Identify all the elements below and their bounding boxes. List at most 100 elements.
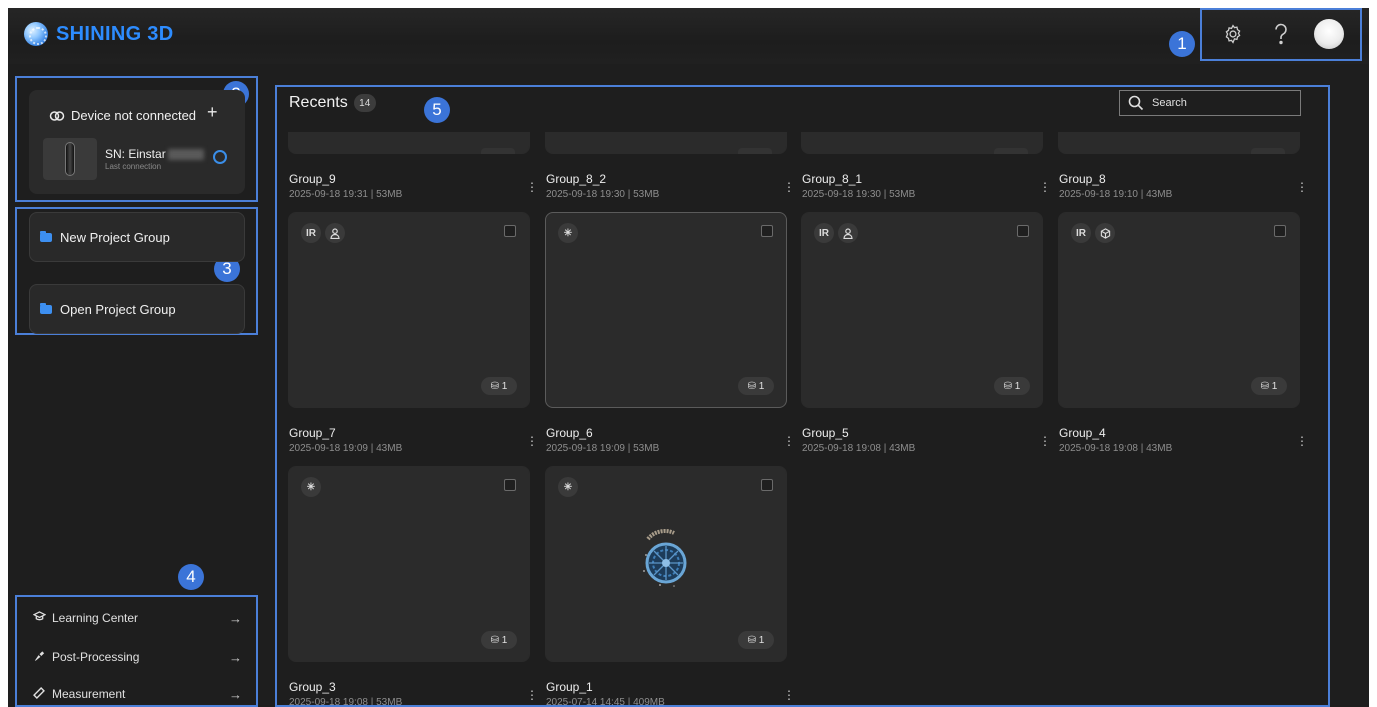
search-input[interactable] [1152, 97, 1292, 109]
menu-post-processing[interactable]: Post-Processing → [32, 645, 242, 669]
project-meta: 2025-09-18 19:08 | 53MB [289, 697, 403, 705]
new-folder-icon [40, 230, 52, 242]
project-meta: 2025-09-18 19:10 | 43MB [1059, 189, 1173, 200]
more-options-icon[interactable]: ⋮ [526, 180, 538, 194]
project-name[interactable]: Group_8_1 [802, 172, 862, 186]
more-options-icon[interactable]: ⋮ [1296, 434, 1308, 448]
new-project-group-button[interactable]: New Project Group [29, 212, 245, 262]
project-meta: 2025-09-18 19:30 | 53MB [802, 189, 916, 200]
recents-count-badge: 14 [353, 94, 376, 112]
top-bar: SHINING 3D [8, 8, 1369, 64]
scan-count-badge: ⛁ 1 [738, 377, 774, 395]
project-card-group-8-1[interactable] [801, 132, 1043, 154]
more-options-icon[interactable]: ⋮ [526, 434, 538, 448]
new-project-group-label: New Project Group [60, 229, 170, 245]
last-connection-label: Last connection [105, 162, 162, 171]
count-pill-stub [738, 148, 772, 154]
scan-count-badge: ⛁ 1 [481, 377, 517, 395]
more-options-icon[interactable]: ⋮ [783, 434, 795, 448]
count-pill-stub [1251, 148, 1285, 154]
device-status: Device not connected [49, 108, 196, 123]
menu-measurement[interactable]: Measurement → [32, 682, 242, 706]
avatar[interactable] [1314, 19, 1344, 49]
tag-row: ✳ [558, 477, 582, 497]
select-checkbox[interactable] [504, 225, 516, 237]
project-card-group-3[interactable]: ✳ ⛁ 1 [288, 466, 530, 662]
add-device-button[interactable]: + [207, 102, 218, 123]
select-checkbox[interactable] [504, 479, 516, 491]
device-thumbnail [43, 138, 97, 180]
open-folder-icon [40, 302, 52, 314]
scan-count: 1 [1271, 380, 1278, 392]
project-name[interactable]: Group_9 [289, 172, 336, 186]
count-pill-stub [994, 148, 1028, 154]
arrow-right-icon: → [229, 610, 242, 626]
select-checkbox[interactable] [761, 225, 773, 237]
scan-count: 1 [1014, 380, 1021, 392]
more-options-icon[interactable]: ⋮ [1039, 434, 1051, 448]
link-icon [49, 110, 65, 121]
gear-icon[interactable] [1218, 19, 1248, 49]
app-window: SHINING 3D 1 2 3 4 5 [8, 8, 1369, 707]
project-meta: 2025-09-18 19:31 | 53MB [289, 189, 403, 200]
tag-row: IR [814, 223, 862, 243]
project-meta: 2025-09-18 19:08 | 43MB [1059, 443, 1173, 454]
reconnect-icon[interactable] [213, 150, 227, 164]
help-icon[interactable] [1266, 19, 1296, 49]
more-options-icon[interactable]: ⋮ [1296, 180, 1308, 194]
menu-learning-center[interactable]: Learning Center → [32, 606, 242, 630]
serial-redaction [167, 149, 204, 161]
annotation-badge-4: 4 [178, 564, 204, 590]
scan-count-badge: ⛁ 1 [1251, 377, 1287, 395]
post-processing-label: Post-Processing [52, 650, 140, 664]
ir-tag: IR [301, 223, 321, 243]
annotation-badge-5: 5 [424, 97, 450, 123]
project-card-group-1[interactable]: ✳ ⛁ 1 [545, 466, 787, 662]
wheel-scan-thumbnail [643, 529, 687, 587]
project-name[interactable]: Group_4 [1059, 426, 1106, 440]
project-name[interactable]: Group_8_2 [546, 172, 606, 186]
open-project-group-label: Open Project Group [60, 301, 176, 317]
project-meta: 2025-09-18 19:09 | 43MB [289, 443, 403, 454]
person-icon [325, 223, 345, 243]
project-card-group-8-2[interactable] [545, 132, 787, 154]
device-card: Device not connected + SN: Einstar Last … [29, 90, 245, 194]
select-checkbox[interactable] [761, 479, 773, 491]
brand-name: SHINING 3D [56, 22, 174, 45]
project-card-group-7[interactable]: IR ⛁ 1 [288, 212, 530, 408]
ir-tag: IR [1071, 223, 1091, 243]
project-card-group-8[interactable] [1058, 132, 1300, 154]
more-options-icon[interactable]: ⋮ [526, 688, 538, 702]
project-meta: 2025-09-18 19:08 | 43MB [802, 443, 916, 454]
project-name[interactable]: Group_6 [546, 426, 593, 440]
project-name[interactable]: Group_7 [289, 426, 336, 440]
count-pill-stub [481, 148, 515, 154]
person-icon [838, 223, 858, 243]
project-name[interactable]: Group_8 [1059, 172, 1106, 186]
more-options-icon[interactable]: ⋮ [1039, 180, 1051, 194]
brand-globe-icon [24, 22, 48, 46]
measurement-label: Measurement [52, 687, 126, 701]
scan-count-badge: ⛁ 1 [481, 631, 517, 649]
project-card-group-4[interactable]: IR ⛁ 1 [1058, 212, 1300, 408]
arrow-right-icon: → [229, 686, 242, 702]
project-name[interactable]: Group_5 [802, 426, 849, 440]
open-project-group-button[interactable]: Open Project Group [29, 284, 245, 334]
recents-header: Recents 14 [289, 94, 376, 112]
project-name[interactable]: Group_1 [546, 680, 593, 694]
search-box[interactable] [1119, 90, 1301, 116]
header-actions [1201, 8, 1361, 60]
project-name[interactable]: Group_3 [289, 680, 336, 694]
project-card-group-9[interactable] [288, 132, 530, 154]
select-checkbox[interactable] [1274, 225, 1286, 237]
project-card-group-5[interactable]: IR ⛁ 1 [801, 212, 1043, 408]
more-options-icon[interactable]: ⋮ [783, 180, 795, 194]
scan-count: 1 [501, 380, 508, 392]
project-card-group-6[interactable]: ✳ ⛁ 1 [545, 212, 787, 408]
ir-tag: IR [814, 223, 834, 243]
select-checkbox[interactable] [1017, 225, 1029, 237]
more-options-icon[interactable]: ⋮ [783, 688, 795, 702]
project-meta: 2025-09-18 19:09 | 53MB [546, 443, 660, 454]
graduation-cap-icon [32, 611, 46, 625]
burst-icon: ✳ [558, 477, 578, 497]
